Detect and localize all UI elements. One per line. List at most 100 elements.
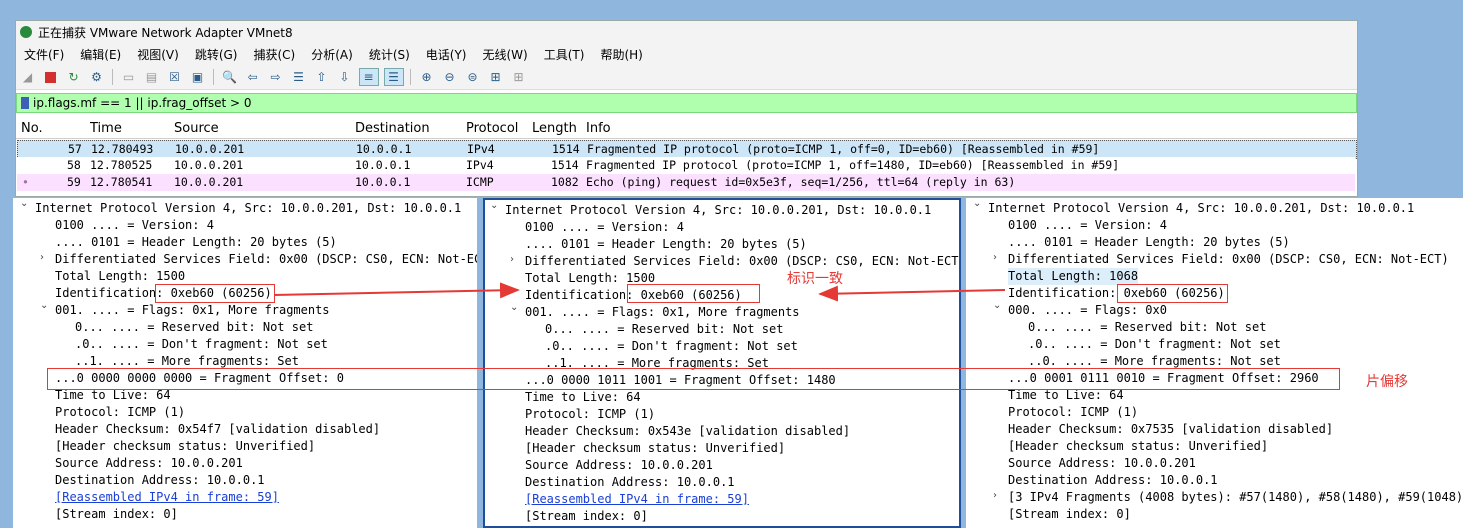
find-packet-icon[interactable]: 🔍 [221,69,239,85]
tree-field[interactable]: .0.. .... = Don't fragment: Not set [545,338,798,355]
tree-field[interactable]: [3 IPv4 Fragments (4008 bytes): #57(1480… [1008,489,1463,506]
menu-statistics[interactable]: 统计(S) [361,46,418,63]
go-forward-icon[interactable]: ⇨ [267,69,285,85]
tree-field[interactable]: [Header checksum status: Unverified] [525,440,785,457]
tree-field[interactable]: Header Checksum: 0x7535 [validation disa… [1008,421,1333,438]
tree-field[interactable]: Total Length: 1500 [55,268,185,285]
go-back-icon[interactable]: ⇦ [244,69,262,85]
reload-file-icon[interactable]: ▣ [189,69,207,85]
column-source[interactable]: Source [174,121,219,136]
menu-edit[interactable]: 编辑(E) [72,46,129,63]
tree-field[interactable]: Protocol: ICMP (1) [55,404,185,421]
zoom-in-icon[interactable]: ⊕ [418,69,436,85]
collapse-chevron-icon[interactable]: ⌄ [40,300,48,311]
layout-icon[interactable]: ⊞ [510,69,528,85]
tree-field[interactable]: Destination Address: 10.0.0.1 [55,472,265,489]
packet-destination: 10.0.0.1 [355,158,411,172]
open-file-icon[interactable]: ▭ [120,69,138,85]
last-packet-icon[interactable]: ⇩ [336,69,354,85]
start-capture-icon[interactable]: ◢ [19,69,37,85]
tree-field[interactable]: Protocol: ICMP (1) [1008,404,1138,421]
tree-field[interactable]: Header Checksum: 0x543e [validation disa… [525,423,850,440]
menu-capture[interactable]: 捕获(C) [245,46,303,63]
tree-field[interactable]: [Stream index: 0] [55,506,178,523]
tree-field[interactable]: 001. .... = Flags: 0x1, More fragments [55,302,330,319]
zoom-out-icon[interactable]: ⊖ [441,69,459,85]
column-no[interactable]: No. [21,121,43,136]
tree-field[interactable]: .... 0101 = Header Length: 20 bytes (5) [1008,234,1290,251]
column-length[interactable]: Length [532,121,577,136]
tree-field[interactable]: 0100 .... = Version: 4 [525,219,684,236]
column-destination[interactable]: Destination [355,121,430,136]
bookmark-icon[interactable] [21,97,29,109]
tree-field[interactable]: [Reassembled IPv4 in frame: 59] [525,491,749,508]
column-protocol[interactable]: Protocol [466,121,518,136]
tree-field[interactable]: Time to Live: 64 [525,389,641,406]
collapse-chevron-icon[interactable]: ⌄ [490,200,498,211]
expand-chevron-icon[interactable]: › [993,252,997,263]
packet-row[interactable]: • 59 12.780541 10.0.0.201 10.0.0.1 ICMP … [17,174,1355,191]
tree-field[interactable]: Header Checksum: 0x54f7 [validation disa… [55,421,380,438]
resize-columns-icon[interactable]: ⊞ [487,69,505,85]
go-to-packet-icon[interactable]: ☰ [290,69,308,85]
tree-field[interactable]: .... 0101 = Header Length: 20 bytes (5) [525,236,807,253]
tree-field[interactable]: [Stream index: 0] [1008,506,1131,523]
tree-field[interactable]: Destination Address: 10.0.0.1 [1008,472,1218,489]
tree-field[interactable]: [Reassembled IPv4 in frame: 59] [55,489,279,506]
tree-field[interactable]: Destination Address: 10.0.0.1 [525,474,735,491]
tree-field[interactable]: Differentiated Services Field: 0x00 (DSC… [1008,251,1449,268]
tree-header-ipv4[interactable]: Internet Protocol Version 4, Src: 10.0.0… [505,202,931,219]
tree-field[interactable]: Source Address: 10.0.0.201 [1008,455,1196,472]
stop-capture-icon[interactable] [42,69,60,85]
tree-field[interactable]: 0100 .... = Version: 4 [55,217,214,234]
tree-field[interactable]: Differentiated Services Field: 0x00 (DSC… [55,251,477,268]
collapse-chevron-icon[interactable]: ⌄ [993,300,1001,311]
restart-capture-icon[interactable]: ↻ [65,69,83,85]
tree-field[interactable]: [Header checksum status: Unverified] [55,438,315,455]
tree-field[interactable]: 0... .... = Reserved bit: Not set [75,319,313,336]
tree-field[interactable]: .0.. .... = Don't fragment: Not set [75,336,328,353]
menu-tools[interactable]: 工具(T) [536,46,593,63]
capture-options-icon[interactable]: ⚙ [88,69,106,85]
menu-telephony[interactable]: 电话(Y) [418,46,475,63]
close-file-icon[interactable]: ☒ [166,69,184,85]
tree-field[interactable]: Total Length: 1068 [1008,268,1139,285]
expand-chevron-icon[interactable]: › [993,490,997,501]
menu-file[interactable]: 文件(F) [16,46,72,63]
tree-field[interactable]: 001. .... = Flags: 0x1, More fragments [525,304,800,321]
tree-field[interactable]: Source Address: 10.0.0.201 [525,457,713,474]
first-packet-icon[interactable]: ⇧ [313,69,331,85]
packet-row[interactable]: 58 12.780525 10.0.0.201 10.0.0.1 IPv4 15… [17,157,1355,174]
menu-help[interactable]: 帮助(H) [592,46,650,63]
menu-view[interactable]: 视图(V) [129,46,187,63]
collapse-chevron-icon[interactable]: ⌄ [20,198,28,209]
tree-field[interactable]: [Stream index: 0] [525,508,648,525]
colorize-icon[interactable]: ☰ [383,68,404,86]
display-filter-input[interactable]: ip.flags.mf == 1 || ip.frag_offset > 0 [33,96,252,110]
menu-wireless[interactable]: 无线(W) [475,46,536,63]
tree-field[interactable]: .0.. .... = Don't fragment: Not set [1028,336,1281,353]
collapse-chevron-icon[interactable]: ⌄ [510,302,518,313]
collapse-chevron-icon[interactable]: ⌄ [973,198,981,209]
tree-field[interactable]: 0... .... = Reserved bit: Not set [545,321,783,338]
menu-analyze[interactable]: 分析(A) [303,46,361,63]
zoom-reset-icon[interactable]: ⊜ [464,69,482,85]
tree-field[interactable]: Differentiated Services Field: 0x00 (DSC… [525,253,959,270]
tree-header-ipv4[interactable]: Internet Protocol Version 4, Src: 10.0.0… [35,200,461,217]
save-file-icon[interactable]: ▤ [143,69,161,85]
display-filter-bar[interactable]: ip.flags.mf == 1 || ip.frag_offset > 0 [16,93,1357,113]
tree-header-ipv4[interactable]: Internet Protocol Version 4, Src: 10.0.0… [988,200,1414,217]
tree-field[interactable]: Protocol: ICMP (1) [525,406,655,423]
tree-field[interactable]: Source Address: 10.0.0.201 [55,455,243,472]
expand-chevron-icon[interactable]: › [40,252,44,263]
autoscroll-icon[interactable]: ≡ [358,68,379,86]
tree-field[interactable]: 0100 .... = Version: 4 [1008,217,1167,234]
menu-go[interactable]: 跳转(G) [187,46,246,63]
tree-field[interactable]: 0... .... = Reserved bit: Not set [1028,319,1266,336]
column-info[interactable]: Info [586,121,611,136]
tree-field[interactable]: [Header checksum status: Unverified] [1008,438,1268,455]
tree-field[interactable]: .... 0101 = Header Length: 20 bytes (5) [55,234,337,251]
column-time[interactable]: Time [90,121,122,136]
tree-field[interactable]: 000. .... = Flags: 0x0 [1008,302,1167,319]
expand-chevron-icon[interactable]: › [510,254,514,265]
